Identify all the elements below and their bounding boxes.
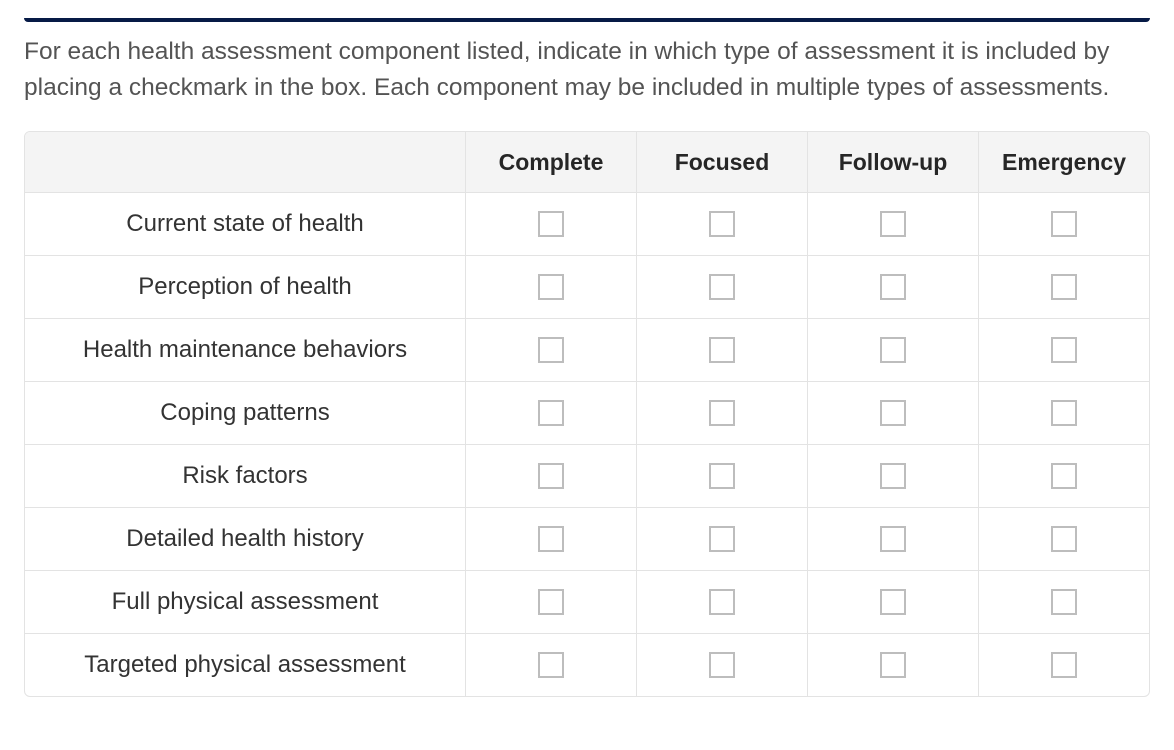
cell (807, 193, 978, 255)
checkbox[interactable] (1051, 211, 1077, 237)
cell (636, 445, 807, 507)
checkbox[interactable] (880, 274, 906, 300)
cell (807, 445, 978, 507)
row-label: Detailed health history (25, 508, 465, 570)
cell (807, 256, 978, 318)
cell (636, 193, 807, 255)
cell (465, 571, 636, 633)
checkbox[interactable] (709, 526, 735, 552)
checkbox[interactable] (538, 400, 564, 426)
column-header-follow-up: Follow-up (807, 132, 978, 192)
row-label: Health maintenance behaviors (25, 319, 465, 381)
cell (465, 382, 636, 444)
cell (636, 634, 807, 696)
checkbox[interactable] (709, 652, 735, 678)
checkbox[interactable] (880, 652, 906, 678)
checkbox[interactable] (709, 589, 735, 615)
cell (978, 256, 1149, 318)
checkbox[interactable] (538, 337, 564, 363)
row-label: Coping patterns (25, 382, 465, 444)
cell (636, 508, 807, 570)
cell (978, 508, 1149, 570)
checkbox[interactable] (538, 526, 564, 552)
cell (636, 319, 807, 381)
cell (807, 571, 978, 633)
cell (807, 634, 978, 696)
cell (807, 508, 978, 570)
table-row: Detailed health history (25, 507, 1149, 570)
checkbox[interactable] (880, 400, 906, 426)
checkbox[interactable] (538, 463, 564, 489)
row-label: Risk factors (25, 445, 465, 507)
table-row: Health maintenance behaviors (25, 318, 1149, 381)
question-container: For each health assessment component lis… (0, 0, 1174, 721)
checkbox[interactable] (880, 589, 906, 615)
cell (465, 445, 636, 507)
checkbox[interactable] (538, 652, 564, 678)
cell (465, 508, 636, 570)
checkbox[interactable] (709, 211, 735, 237)
checkbox[interactable] (709, 274, 735, 300)
checkbox[interactable] (1051, 652, 1077, 678)
checkbox[interactable] (709, 337, 735, 363)
assessment-grid: Complete Focused Follow-up Emergency Cur… (24, 131, 1150, 697)
grid-header-blank (25, 132, 465, 192)
cell (465, 634, 636, 696)
checkbox[interactable] (709, 463, 735, 489)
cell (978, 193, 1149, 255)
checkbox[interactable] (538, 589, 564, 615)
checkbox[interactable] (880, 211, 906, 237)
row-label: Full physical assessment (25, 571, 465, 633)
table-row: Full physical assessment (25, 570, 1149, 633)
row-label: Perception of health (25, 256, 465, 318)
checkbox[interactable] (538, 274, 564, 300)
checkbox[interactable] (1051, 274, 1077, 300)
table-row: Risk factors (25, 444, 1149, 507)
checkbox[interactable] (880, 337, 906, 363)
cell (978, 445, 1149, 507)
table-row: Targeted physical assessment (25, 633, 1149, 696)
grid-header-row: Complete Focused Follow-up Emergency (25, 132, 1149, 192)
cell (465, 193, 636, 255)
cell (978, 319, 1149, 381)
column-header-emergency: Emergency (978, 132, 1149, 192)
cell (636, 571, 807, 633)
cell (978, 571, 1149, 633)
checkbox[interactable] (709, 400, 735, 426)
table-row: Perception of health (25, 255, 1149, 318)
checkbox[interactable] (538, 211, 564, 237)
checkbox[interactable] (1051, 526, 1077, 552)
cell (978, 382, 1149, 444)
top-rule (24, 18, 1150, 22)
instructions-text: For each health assessment component lis… (24, 34, 1150, 105)
table-row: Coping patterns (25, 381, 1149, 444)
cell (465, 319, 636, 381)
cell (807, 319, 978, 381)
row-label: Current state of health (25, 193, 465, 255)
cell (465, 256, 636, 318)
column-header-complete: Complete (465, 132, 636, 192)
checkbox[interactable] (1051, 337, 1077, 363)
cell (807, 382, 978, 444)
cell (978, 634, 1149, 696)
cell (636, 382, 807, 444)
cell (636, 256, 807, 318)
checkbox[interactable] (1051, 400, 1077, 426)
checkbox[interactable] (880, 526, 906, 552)
row-label: Targeted physical assessment (25, 634, 465, 696)
checkbox[interactable] (1051, 589, 1077, 615)
table-row: Current state of health (25, 192, 1149, 255)
column-header-focused: Focused (636, 132, 807, 192)
checkbox[interactable] (880, 463, 906, 489)
checkbox[interactable] (1051, 463, 1077, 489)
